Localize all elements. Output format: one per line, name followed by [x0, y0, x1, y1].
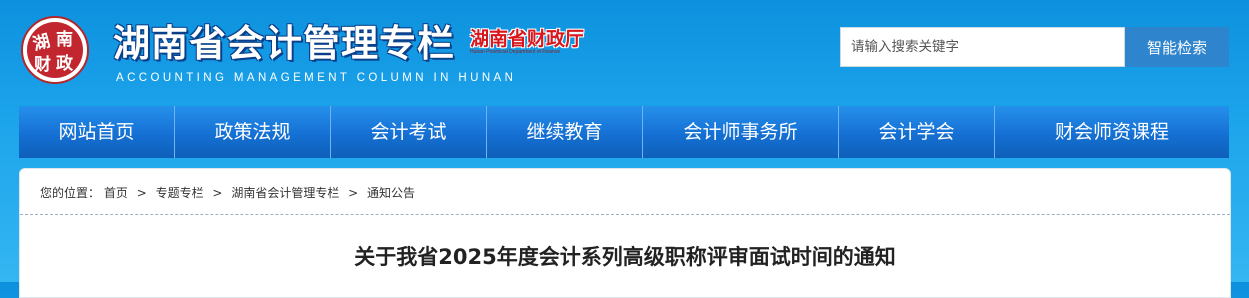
department-logo-english: Hunan Provincial Department of Finance — [470, 49, 561, 55]
breadcrumb-notices[interactable]: 通知公告 — [367, 186, 415, 200]
breadcrumb-separator: > — [348, 186, 359, 200]
breadcrumb-special-topics[interactable]: 专题专栏 — [156, 186, 204, 200]
breadcrumb-prefix: 您的位置： — [40, 186, 101, 200]
search-button[interactable]: 智能检索 — [1125, 27, 1229, 67]
seal-char: 南 — [56, 29, 73, 50]
nav-item-policies[interactable]: 政策法规 — [175, 106, 331, 158]
article-title: 关于我省2025年度会计系列高级职称评审面试时间的通知 — [354, 245, 896, 269]
hunan-finance-seal-icon[interactable]: 湖 南 财 政 — [20, 15, 90, 85]
search-input[interactable] — [840, 27, 1125, 67]
breadcrumb-separator: > — [212, 186, 223, 200]
nav-item-continuing-education[interactable]: 继续教育 — [487, 106, 643, 158]
breadcrumb: 您的位置： 首页 > 专题专栏 > 湖南省会计管理专栏 > 通知公告 — [40, 184, 415, 201]
breadcrumb-home[interactable]: 首页 — [104, 186, 128, 200]
department-logo[interactable]: 湖南省财政厅 — [470, 24, 584, 51]
seal-char: 政 — [56, 53, 74, 74]
site-title: 湖南省会计管理专栏 — [113, 22, 455, 65]
nav-item-exams[interactable]: 会计考试 — [331, 106, 487, 158]
main-nav: 网站首页 政策法规 会计考试 继续教育 会计师事务所 会计学会 财会师资课程 — [19, 106, 1229, 158]
divider — [20, 214, 1230, 215]
site-header: 湖 南 财 政 湖南省会计管理专栏 ACCOUNTING MANAGEMENT … — [0, 0, 1249, 100]
nav-item-home[interactable]: 网站首页 — [19, 106, 175, 158]
site-subtitle: ACCOUNTING MANAGEMENT COLUMN IN HUNAN — [116, 72, 517, 84]
nav-item-accounting-society[interactable]: 会计学会 — [839, 106, 995, 158]
content-panel: 您的位置： 首页 > 专题专栏 > 湖南省会计管理专栏 > 通知公告 关于我省2… — [19, 168, 1231, 298]
nav-item-teacher-courses[interactable]: 财会师资课程 — [995, 106, 1229, 158]
seal-char: 财 — [33, 54, 51, 75]
nav-item-accounting-firms[interactable]: 会计师事务所 — [643, 106, 839, 158]
breadcrumb-separator: > — [136, 186, 147, 200]
breadcrumb-accounting-column[interactable]: 湖南省会计管理专栏 — [231, 186, 339, 200]
